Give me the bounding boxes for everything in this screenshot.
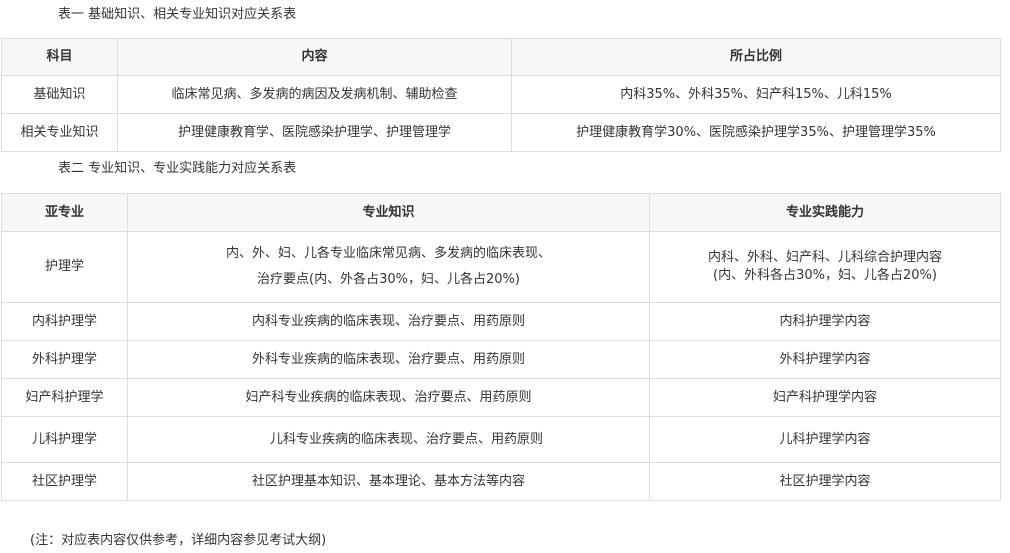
specialty-knowledge-table: 亚专业 专业知识 专业实践能力 护理学 内、外、妇、儿各专业临床常见病、多发病的… [1, 193, 1001, 501]
cell-practice-line: (内、外科各占30%，妇、儿各占20%) [713, 268, 937, 283]
cell-practice: 儿科护理学内容 [649, 416, 1001, 463]
header-subspecialty: 亚专业 [1, 193, 128, 232]
cell-knowledge: 外科专业疾病的临床表现、治疗要点、用药原则 [127, 340, 650, 379]
cell-knowledge: 内科专业疾病的临床表现、治疗要点、用药原则 [127, 302, 650, 341]
cell-subspecialty: 儿科护理学 [1, 416, 128, 463]
table-header-row: 亚专业 专业知识 专业实践能力 [1, 193, 1001, 232]
cell-subject: 基础知识 [1, 75, 118, 114]
cell-knowledge: 儿科专业疾病的临床表现、治疗要点、用药原则 [127, 416, 650, 463]
table-row: 儿科护理学 儿科专业疾病的临床表现、治疗要点、用药原则 儿科护理学内容 [1, 416, 1001, 463]
table-row: 内科护理学 内科专业疾病的临床表现、治疗要点、用药原则 内科护理学内容 [1, 302, 1001, 341]
subject-content-table: 科目 内容 所占比例 基础知识 临床常见病、多发病的病因及发病机制、辅助检查 内… [1, 38, 1001, 152]
header-knowledge: 专业知识 [127, 193, 650, 232]
cell-subject: 相关专业知识 [1, 113, 118, 152]
header-content: 内容 [117, 38, 512, 76]
table-row: 基础知识 临床常见病、多发病的病因及发病机制、辅助检查 内科35%、外科35%、… [1, 75, 1001, 114]
cell-subspecialty: 内科护理学 [1, 302, 128, 341]
cell-practice-line: 内科、外科、妇产科、儿科综合护理内容 [707, 250, 942, 265]
table-row: 相关专业知识 护理健康教育学、医院感染护理学、护理管理学 护理健康教育学30%、… [1, 113, 1001, 152]
cell-subspecialty: 妇产科护理学 [1, 378, 128, 417]
table2-caption: 表二 专业知识、专业实践能力对应关系表 [58, 161, 297, 176]
table1-caption: 表一 基础知识、相关专业知识对应关系表 [58, 7, 297, 22]
cell-ratio: 内科35%、外科35%、妇产科15%、儿科15% [511, 75, 1001, 114]
header-practice: 专业实践能力 [649, 193, 1001, 232]
cell-subspecialty: 护理学 [1, 231, 128, 303]
cell-knowledge: 内、外、妇、儿各专业临床常见病、多发病的临床表现、 治疗要点(内、外各占30%，… [127, 231, 650, 303]
cell-content: 临床常见病、多发病的病因及发病机制、辅助检查 [117, 75, 512, 114]
table-header-row: 科目 内容 所占比例 [1, 38, 1001, 76]
table-row: 外科护理学 外科专业疾病的临床表现、治疗要点、用药原则 外科护理学内容 [1, 340, 1001, 379]
cell-knowledge: 社区护理基本知识、基本理论、基本方法等内容 [127, 462, 650, 501]
table-row: 护理学 内、外、妇、儿各专业临床常见病、多发病的临床表现、 治疗要点(内、外各占… [1, 231, 1001, 303]
cell-knowledge-line: 治疗要点(内、外各占30%，妇、儿各占20%) [257, 272, 520, 287]
cell-subspecialty: 外科护理学 [1, 340, 128, 379]
cell-content: 护理健康教育学、医院感染护理学、护理管理学 [117, 113, 512, 152]
table-row: 妇产科护理学 妇产科专业疾病的临床表现、治疗要点、用药原则 妇产科护理学内容 [1, 378, 1001, 417]
header-ratio: 所占比例 [511, 38, 1001, 76]
cell-practice: 妇产科护理学内容 [649, 378, 1001, 417]
cell-practice: 外科护理学内容 [649, 340, 1001, 379]
cell-knowledge: 妇产科专业疾病的临床表现、治疗要点、用药原则 [127, 378, 650, 417]
cell-knowledge-line: 内、外、妇、儿各专业临床常见病、多发病的临床表现、 [225, 246, 551, 261]
footnote: (注：对应表内容仅供参考，详细内容参见考试大纲) [30, 533, 327, 548]
cell-practice: 内科、外科、妇产科、儿科综合护理内容 (内、外科各占30%，妇、儿各占20%) [649, 231, 1001, 303]
cell-practice: 社区护理学内容 [649, 462, 1001, 501]
header-subject: 科目 [1, 38, 118, 76]
table-row: 社区护理学 社区护理基本知识、基本理论、基本方法等内容 社区护理学内容 [1, 462, 1001, 501]
cell-practice: 内科护理学内容 [649, 302, 1001, 341]
cell-subspecialty: 社区护理学 [1, 462, 128, 501]
cell-ratio: 护理健康教育学30%、医院感染护理学35%、护理管理学35% [511, 113, 1001, 152]
